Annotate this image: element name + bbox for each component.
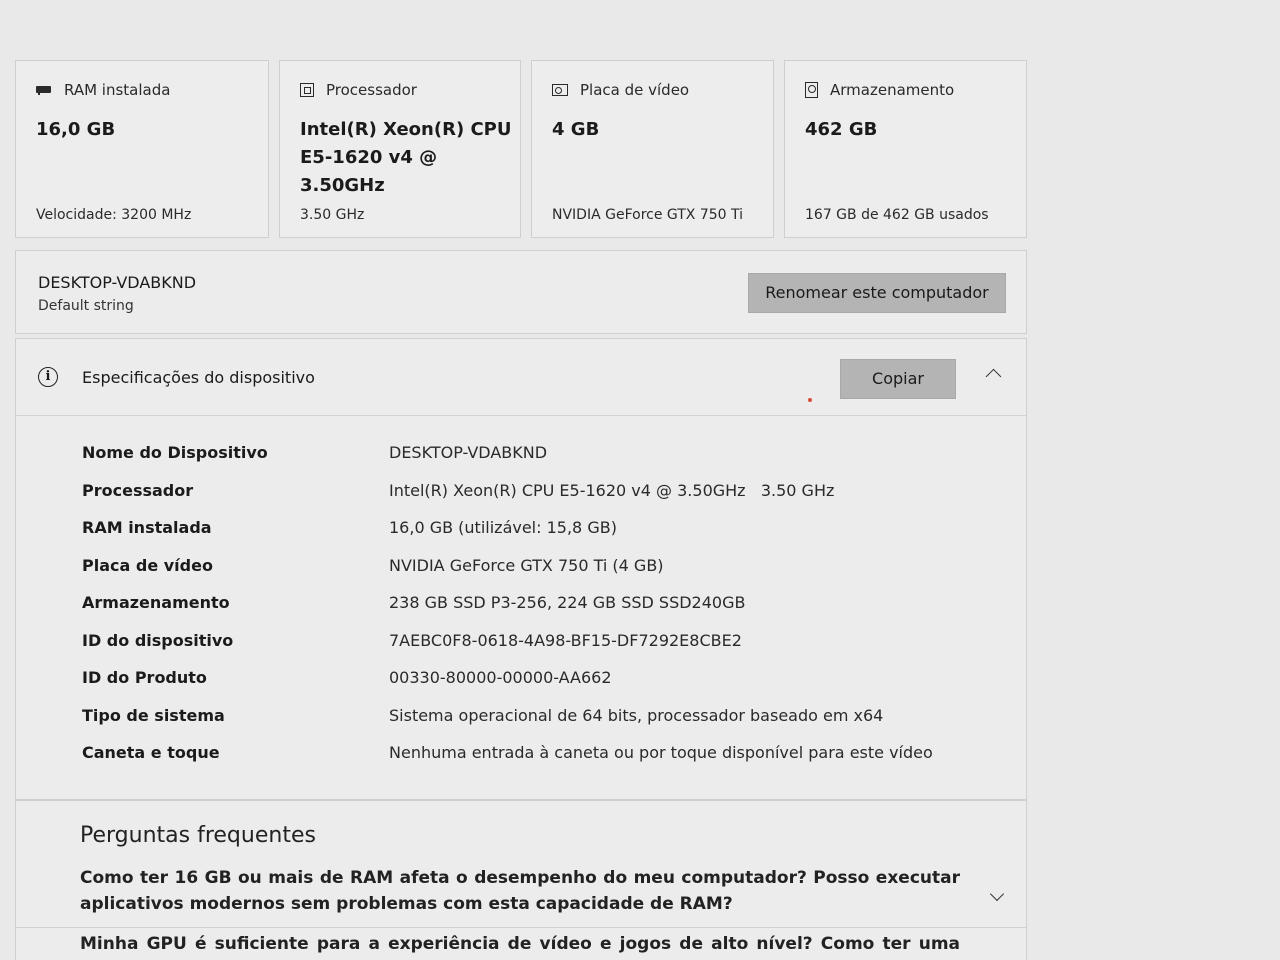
- spec-key: Placa de vídeo: [82, 555, 213, 575]
- ram-card-value: 16,0 GB: [36, 119, 116, 140]
- spec-value: Intel(R) Xeon(R) CPU E5-1620 v4 @ 3.50GH…: [389, 480, 835, 500]
- processor-card-label: Processador: [326, 81, 417, 99]
- spec-value: NVIDIA GeForce GTX 750 Ti (4 GB): [389, 555, 664, 575]
- gpu-card-sub: NVIDIA GeForce GTX 750 Ti: [552, 207, 744, 223]
- spec-value: 00330-80000-00000-AA662: [389, 668, 612, 687]
- processor-icon: [300, 83, 314, 97]
- faq-question-1[interactable]: Como ter 16 GB ou mais de RAM afeta o de…: [80, 865, 960, 917]
- storage-card-value: 462 GB: [805, 119, 878, 140]
- processor-card-sub: 3.50 GHz: [300, 207, 365, 223]
- faq-title: Perguntas frequentes: [80, 823, 316, 848]
- copy-button[interactable]: Copiar: [840, 359, 956, 399]
- spec-key: ID do dispositivo: [82, 630, 234, 650]
- spec-value: Nenhuma entrada à caneta ou por toque di…: [389, 743, 933, 762]
- ram-card-sub: Velocidade: 3200 MHz: [36, 207, 192, 223]
- faq-question-2[interactable]: Minha GPU é suficiente para a experiênci…: [80, 931, 960, 960]
- computer-description: Default string: [38, 298, 134, 314]
- faq-panel: Perguntas frequentes Como ter 16 GB ou m…: [15, 800, 1027, 960]
- spec-value: DESKTOP-VDABKND: [389, 443, 548, 462]
- rename-computer-button[interactable]: Renomear este computador: [748, 273, 1006, 313]
- spec-key: Armazenamento: [82, 593, 230, 612]
- ram-icon: [36, 83, 52, 97]
- storage-card: Armazenamento 462 GB 167 GB de 462 GB us…: [784, 60, 1027, 238]
- storage-icon: [805, 82, 818, 98]
- storage-card-label: Armazenamento: [830, 81, 955, 99]
- spec-key: Caneta e toque: [82, 743, 220, 762]
- spec-value: Sistema operacional de 64 bits, processa…: [389, 705, 884, 725]
- specs-title: Especificações do dispositivo: [82, 368, 315, 387]
- computer-name-panel: DESKTOP-VDABKND Default string Renomear …: [15, 250, 1027, 334]
- computer-name: DESKTOP-VDABKND: [38, 273, 197, 292]
- chevron-down-icon[interactable]: [989, 886, 1005, 902]
- gpu-icon: [552, 84, 568, 96]
- summary-cards: RAM instalada 16,0 GB Velocidade: 3200 M…: [15, 60, 1027, 240]
- spec-key: Tipo de sistema: [82, 705, 225, 725]
- spec-value: 16,0 GB (utilizável: 15,8 GB): [389, 518, 617, 537]
- system-about-page: RAM instalada 16,0 GB Velocidade: 3200 M…: [0, 0, 1280, 960]
- info-icon: i: [38, 367, 58, 387]
- device-specifications-panel: i Especificações do dispositivo Copiar N…: [15, 338, 1027, 800]
- ram-card: RAM instalada 16,0 GB Velocidade: 3200 M…: [15, 60, 269, 238]
- specs-header[interactable]: i Especificações do dispositivo Copiar: [16, 339, 1026, 416]
- spec-key: ID do Produto: [82, 668, 207, 687]
- gpu-card: Placa de vídeo 4 GB NVIDIA GeForce GTX 7…: [531, 60, 774, 238]
- spec-value: 238 GB SSD P3-256, 224 GB SSD SSD240GB: [389, 593, 746, 612]
- spec-value: 7AEBC0F8-0618-4A98-BF15-DF7292E8CBE2: [389, 630, 742, 650]
- ram-card-label: RAM instalada: [64, 81, 171, 99]
- chevron-up-icon[interactable]: [985, 368, 1002, 385]
- gpu-card-label: Placa de vídeo: [580, 81, 690, 99]
- spec-key: Nome do Dispositivo: [82, 443, 268, 462]
- faq-divider: [16, 927, 1026, 928]
- gpu-card-value: 4 GB: [552, 119, 600, 140]
- cursor-dot: [808, 398, 812, 402]
- processor-card-value: Intel(R) Xeon(R) CPU E5-1620 v4 @ 3.50GH…: [300, 119, 512, 196]
- spec-key: RAM instalada: [82, 518, 212, 537]
- spec-key: Processador: [82, 480, 194, 500]
- processor-card: Processador Intel(R) Xeon(R) CPU E5-1620…: [279, 60, 521, 238]
- storage-card-sub: 167 GB de 462 GB usados: [805, 207, 989, 223]
